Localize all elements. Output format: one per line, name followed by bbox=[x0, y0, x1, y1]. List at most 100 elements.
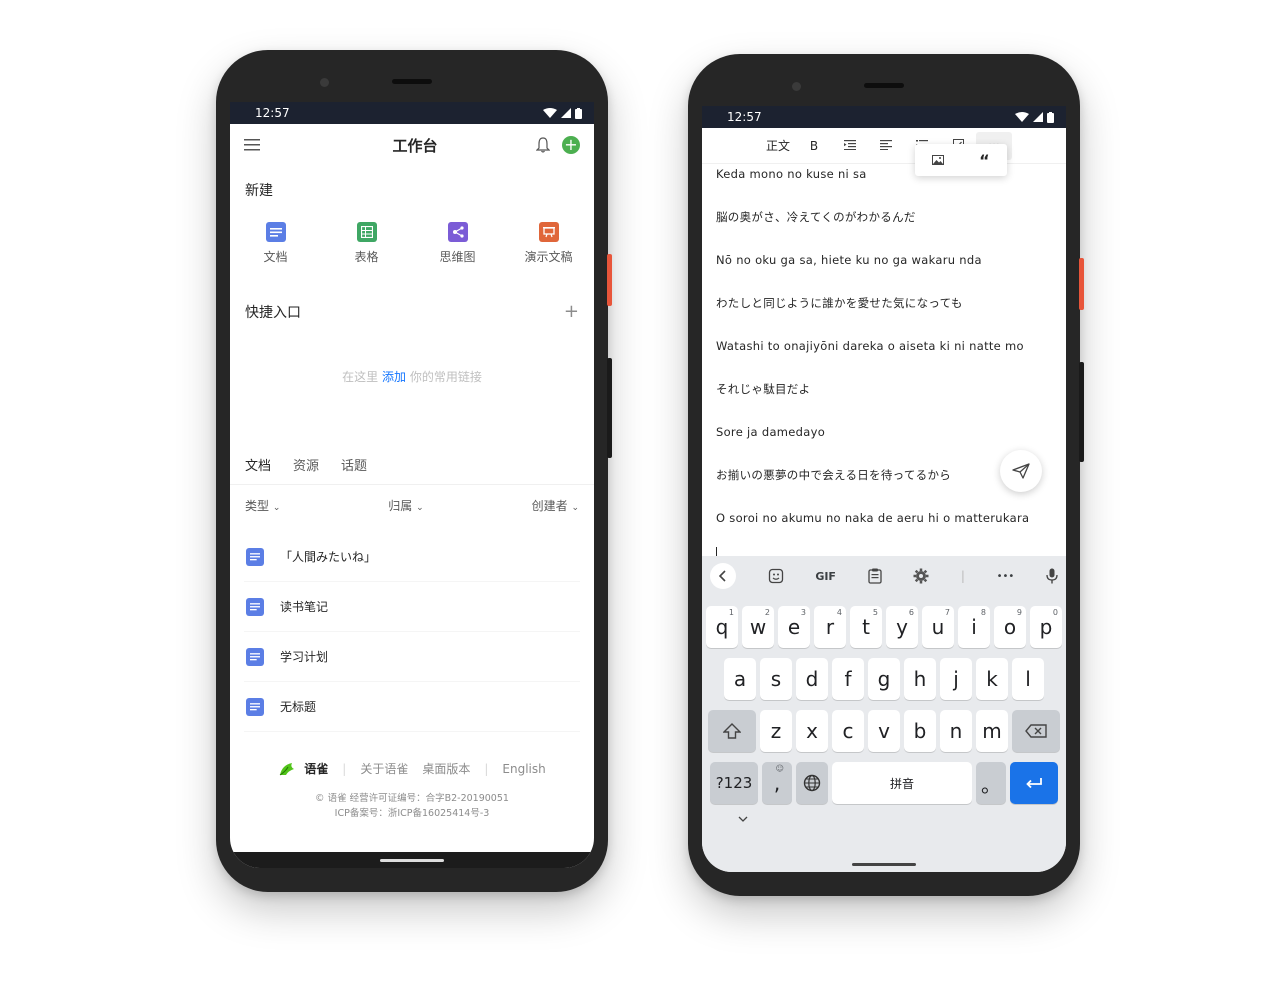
home-indicator[interactable] bbox=[852, 863, 916, 866]
sticker-icon[interactable] bbox=[768, 568, 784, 584]
enter-key[interactable] bbox=[1010, 762, 1058, 804]
doc-icon bbox=[246, 697, 264, 716]
keyboard-back-button[interactable] bbox=[710, 563, 736, 589]
english-link[interactable]: English bbox=[502, 762, 545, 776]
doc-icon bbox=[246, 647, 264, 666]
editor-body[interactable]: Keda mono no kuse ni sa 脳の奥がさ、冷えてくのがわかるん… bbox=[702, 164, 1066, 563]
align-button[interactable] bbox=[868, 139, 904, 153]
send-button[interactable] bbox=[1000, 450, 1042, 492]
filter-owner-label: 归属 bbox=[388, 499, 413, 513]
filter-creator[interactable]: 创建者 ⌄ bbox=[532, 497, 579, 514]
keyboard-hide-icon[interactable] bbox=[738, 816, 748, 822]
microphone-icon[interactable] bbox=[1046, 568, 1058, 584]
new-doc-button[interactable]: 文档 bbox=[236, 222, 316, 265]
more-popover: “ bbox=[915, 144, 1007, 176]
key-label: e bbox=[787, 615, 801, 639]
key-c[interactable]: c bbox=[832, 710, 864, 752]
key-x[interactable]: x bbox=[796, 710, 828, 752]
gif-button[interactable]: GIF bbox=[815, 570, 836, 583]
add-button[interactable]: + bbox=[561, 136, 580, 154]
bold-button[interactable]: B bbox=[796, 139, 832, 153]
language-key[interactable] bbox=[796, 762, 828, 804]
keyboard-nav bbox=[702, 804, 1066, 834]
list-item[interactable]: 「人間みたいね」 bbox=[244, 532, 580, 582]
key-j[interactable]: j bbox=[940, 658, 972, 700]
add-link[interactable]: 添加 bbox=[382, 370, 406, 384]
key-u[interactable]: u7 bbox=[922, 606, 954, 648]
backspace-key[interactable] bbox=[1012, 710, 1060, 752]
tab-docs[interactable]: 文档 bbox=[245, 455, 271, 474]
key-v[interactable]: v bbox=[868, 710, 900, 752]
chevron-down-icon: ⌄ bbox=[416, 503, 424, 513]
key-t[interactable]: t5 bbox=[850, 606, 882, 648]
key-o[interactable]: o9 bbox=[994, 606, 1026, 648]
key-s[interactable]: s bbox=[760, 658, 792, 700]
symbols-key[interactable]: ?123 bbox=[710, 762, 758, 804]
status-bar: 12:57 bbox=[230, 102, 594, 124]
signal-icon bbox=[1033, 112, 1043, 122]
list-item[interactable]: 无标题 bbox=[244, 682, 580, 732]
clipboard-icon[interactable] bbox=[867, 568, 882, 584]
filter-owner[interactable]: 归属 ⌄ bbox=[388, 497, 423, 514]
key-k[interactable]: k bbox=[976, 658, 1008, 700]
key-w[interactable]: w2 bbox=[742, 606, 774, 648]
key-label: o bbox=[1003, 615, 1017, 639]
key-q[interactable]: q1 bbox=[706, 606, 738, 648]
key-h[interactable]: h bbox=[904, 658, 936, 700]
new-mindmap-button[interactable]: 思维图 bbox=[418, 222, 498, 265]
tab-resources[interactable]: 资源 bbox=[293, 455, 319, 474]
doc-icon bbox=[246, 597, 264, 616]
quick-entry-add-button[interactable]: + bbox=[564, 301, 579, 322]
chevron-down-icon: ⌄ bbox=[571, 503, 579, 513]
key-m[interactable]: m bbox=[976, 710, 1008, 752]
image-icon[interactable] bbox=[932, 155, 945, 165]
key-row-2: asdfghjkl bbox=[702, 658, 1066, 700]
key-l[interactable]: l bbox=[1012, 658, 1044, 700]
letter-keys: zxcvbnm bbox=[760, 710, 1008, 752]
bell-icon[interactable] bbox=[535, 137, 550, 153]
new-sheet-button[interactable]: 表格 bbox=[327, 222, 407, 265]
desktop-link[interactable]: 桌面版本 bbox=[422, 760, 470, 777]
key-r[interactable]: r4 bbox=[814, 606, 846, 648]
home-indicator[interactable] bbox=[380, 859, 444, 862]
paragraph-style-button[interactable]: 正文 bbox=[760, 137, 796, 154]
key-a[interactable]: a bbox=[724, 658, 756, 700]
doc-title: 读书笔记 bbox=[280, 600, 329, 614]
shift-key[interactable] bbox=[708, 710, 756, 752]
menu-icon[interactable] bbox=[244, 139, 260, 151]
right-screen: 12:57 正文 B ··· “ Keda mono no kuse ni sa… bbox=[702, 106, 1066, 872]
key-label: w bbox=[749, 615, 767, 639]
key-p[interactable]: p0 bbox=[1030, 606, 1062, 648]
key-label: r bbox=[825, 615, 835, 639]
period-key[interactable]: 。 bbox=[976, 762, 1006, 804]
indent-button[interactable] bbox=[832, 139, 868, 153]
doc-title: 无标题 bbox=[280, 700, 317, 714]
list-item[interactable]: 读书笔记 bbox=[244, 582, 580, 632]
about-link[interactable]: 关于语雀 bbox=[360, 760, 408, 777]
comma-key[interactable]: , ☺ bbox=[762, 762, 792, 804]
empty-hint-prefix: 在这里 bbox=[342, 370, 382, 384]
key-b[interactable]: b bbox=[904, 710, 936, 752]
key-e[interactable]: e3 bbox=[778, 606, 810, 648]
brand-logo[interactable]: 语雀 bbox=[278, 760, 328, 777]
key-z[interactable]: z bbox=[760, 710, 792, 752]
earpiece bbox=[864, 83, 904, 88]
filter-type[interactable]: 类型 ⌄ bbox=[245, 497, 280, 514]
key-number-hint: 0 bbox=[1052, 608, 1058, 617]
key-g[interactable]: g bbox=[868, 658, 900, 700]
tab-topics[interactable]: 话题 bbox=[341, 455, 367, 474]
space-key[interactable]: 拼音 bbox=[832, 762, 972, 804]
key-y[interactable]: y6 bbox=[886, 606, 918, 648]
top-bar: 工作台 + bbox=[230, 124, 594, 166]
list-item[interactable]: 学习计划 bbox=[244, 632, 580, 682]
key-f[interactable]: f bbox=[832, 658, 864, 700]
new-slides-button[interactable]: 演示文稿 bbox=[509, 222, 589, 265]
key-d[interactable]: d bbox=[796, 658, 828, 700]
key-i[interactable]: i8 bbox=[958, 606, 990, 648]
key-number-hint: 9 bbox=[1016, 608, 1022, 617]
gear-icon[interactable] bbox=[913, 568, 929, 584]
comma-label: , bbox=[773, 771, 781, 795]
key-n[interactable]: n bbox=[940, 710, 972, 752]
keyboard-more-button[interactable]: ••• bbox=[997, 571, 1015, 582]
quote-button[interactable]: “ bbox=[979, 151, 990, 170]
